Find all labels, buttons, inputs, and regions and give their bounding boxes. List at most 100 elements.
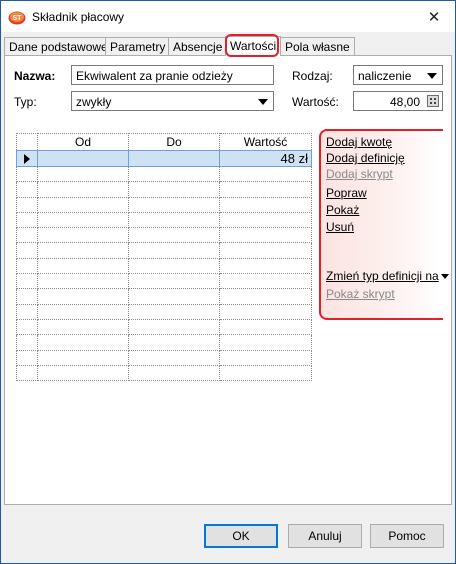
grid-cell[interactable]	[128, 349, 220, 366]
zmien-typ-definicji-link[interactable]: Zmień typ definicji na	[326, 269, 449, 283]
row-indicator	[16, 227, 38, 244]
table-row[interactable]	[16, 227, 312, 244]
grid-cell[interactable]	[219, 303, 312, 320]
typ-select[interactable]: zwykły	[71, 91, 274, 111]
pokaz-skrypt-link[interactable]: Pokaż skrypt	[326, 287, 395, 301]
grid-header-indicator	[16, 133, 38, 151]
row-indicator	[16, 150, 38, 167]
dodaj-kwote-link[interactable]: Dodaj kwotę	[326, 135, 392, 149]
row-indicator	[16, 288, 38, 305]
tab-pola-wlasne[interactable]: Pola własne	[280, 37, 355, 55]
grid-cell[interactable]	[37, 181, 129, 198]
row-indicator	[16, 196, 38, 213]
column-header-od[interactable]: Od	[37, 133, 129, 151]
grid-cell[interactable]	[128, 318, 220, 336]
grid-cell[interactable]	[128, 165, 220, 183]
row-indicator	[16, 364, 38, 382]
grid-cell[interactable]	[219, 273, 312, 290]
tab-dane-podstawowe[interactable]: Dane podstawowe	[4, 37, 113, 55]
column-header-wartosc[interactable]: Wartość	[219, 133, 312, 151]
grid-cell[interactable]	[219, 349, 312, 366]
actions-panel: Dodaj kwotę Dodaj definicję Dodaj skrypt…	[319, 129, 449, 320]
anuluj-button[interactable]: Anuluj	[288, 524, 362, 548]
tab-wartosci[interactable]: Wartości	[225, 36, 282, 56]
table-row[interactable]	[16, 349, 312, 366]
close-button[interactable]: ✕	[413, 1, 455, 32]
svg-text:ST: ST	[13, 15, 23, 22]
cell-od[interactable]	[37, 150, 129, 167]
grid-cell[interactable]	[37, 196, 129, 213]
table-row[interactable]	[16, 334, 312, 351]
table-row[interactable]	[16, 181, 312, 198]
grid-cell[interactable]	[219, 196, 312, 213]
grid-cell[interactable]	[219, 288, 312, 305]
grid-cell[interactable]	[219, 227, 312, 244]
grid-cell[interactable]	[128, 196, 220, 213]
tab-parametry[interactable]: Parametry	[105, 37, 171, 55]
wartosc-input[interactable]: 48,00	[353, 91, 443, 111]
row-indicator	[16, 181, 38, 198]
cell-wartosc[interactable]: 48 zł	[219, 150, 312, 167]
popraw-link[interactable]: Popraw	[326, 186, 367, 200]
table-row[interactable]	[16, 273, 312, 290]
rodzaj-select[interactable]: naliczenie	[353, 65, 443, 85]
grid-cell[interactable]	[37, 364, 129, 382]
column-header-do[interactable]: Do	[128, 133, 220, 151]
grid-cell[interactable]	[128, 334, 220, 351]
table-row[interactable]	[16, 288, 312, 305]
grid-cell[interactable]	[37, 303, 129, 320]
calculator-icon[interactable]	[427, 95, 439, 107]
grid-cell[interactable]	[219, 211, 312, 229]
grid-cell[interactable]	[37, 349, 129, 366]
grid-cell[interactable]	[128, 181, 220, 198]
grid-cell[interactable]	[219, 364, 312, 382]
table-row[interactable]	[16, 211, 312, 229]
grid-cell[interactable]	[37, 242, 129, 259]
grid-cell[interactable]	[37, 273, 129, 290]
table-row[interactable]	[16, 165, 312, 183]
table-row[interactable]	[16, 318, 312, 336]
pomoc-button[interactable]: Pomoc	[370, 524, 444, 548]
table-row[interactable]	[16, 242, 312, 259]
table-row[interactable]	[16, 364, 312, 382]
grid-cell[interactable]	[219, 242, 312, 259]
grid-cell[interactable]	[219, 334, 312, 351]
grid-cell[interactable]	[128, 211, 220, 229]
title-bar: ST Składnik płacowy ✕	[1, 1, 455, 32]
grid-cell[interactable]	[37, 318, 129, 336]
grid-cell[interactable]	[128, 303, 220, 320]
grid-cell[interactable]	[128, 227, 220, 244]
dropdown-arrow-icon	[427, 73, 437, 79]
pokaz-link[interactable]: Pokaż	[326, 203, 359, 217]
table-row[interactable]	[16, 196, 312, 213]
table-row[interactable]: 48 zł	[16, 150, 312, 167]
grid-cell[interactable]	[37, 257, 129, 275]
grid-cell[interactable]	[128, 364, 220, 382]
grid-cell[interactable]	[219, 181, 312, 198]
usun-link[interactable]: Usuń	[326, 220, 354, 234]
table-row[interactable]	[16, 257, 312, 275]
grid-cell[interactable]	[37, 165, 129, 183]
dodaj-definicje-link[interactable]: Dodaj definicję	[326, 151, 405, 165]
cell-do[interactable]	[128, 150, 220, 167]
grid-cell[interactable]	[219, 318, 312, 336]
table-row[interactable]	[16, 303, 312, 320]
values-grid[interactable]: Od Do Wartość 48 zł	[16, 133, 312, 383]
grid-cell[interactable]	[219, 257, 312, 275]
row-indicator	[16, 273, 38, 290]
nazwa-label: Nazwa:	[14, 69, 56, 83]
grid-cell[interactable]	[128, 242, 220, 259]
grid-cell[interactable]	[128, 288, 220, 305]
grid-cell[interactable]	[37, 334, 129, 351]
grid-cell[interactable]	[128, 273, 220, 290]
tab-absencje[interactable]: Absencje	[168, 37, 228, 55]
grid-cell[interactable]	[37, 288, 129, 305]
grid-cell[interactable]	[37, 211, 129, 229]
grid-cell[interactable]	[128, 257, 220, 275]
grid-cell[interactable]	[37, 227, 129, 244]
zmien-typ-label: Zmień typ definicji na	[326, 269, 439, 283]
grid-cell[interactable]	[219, 165, 312, 183]
dodaj-skrypt-link[interactable]: Dodaj skrypt	[326, 167, 393, 181]
nazwa-input[interactable]: Ekwiwalent za pranie odzieży	[71, 65, 274, 85]
ok-button[interactable]: OK	[204, 524, 278, 548]
